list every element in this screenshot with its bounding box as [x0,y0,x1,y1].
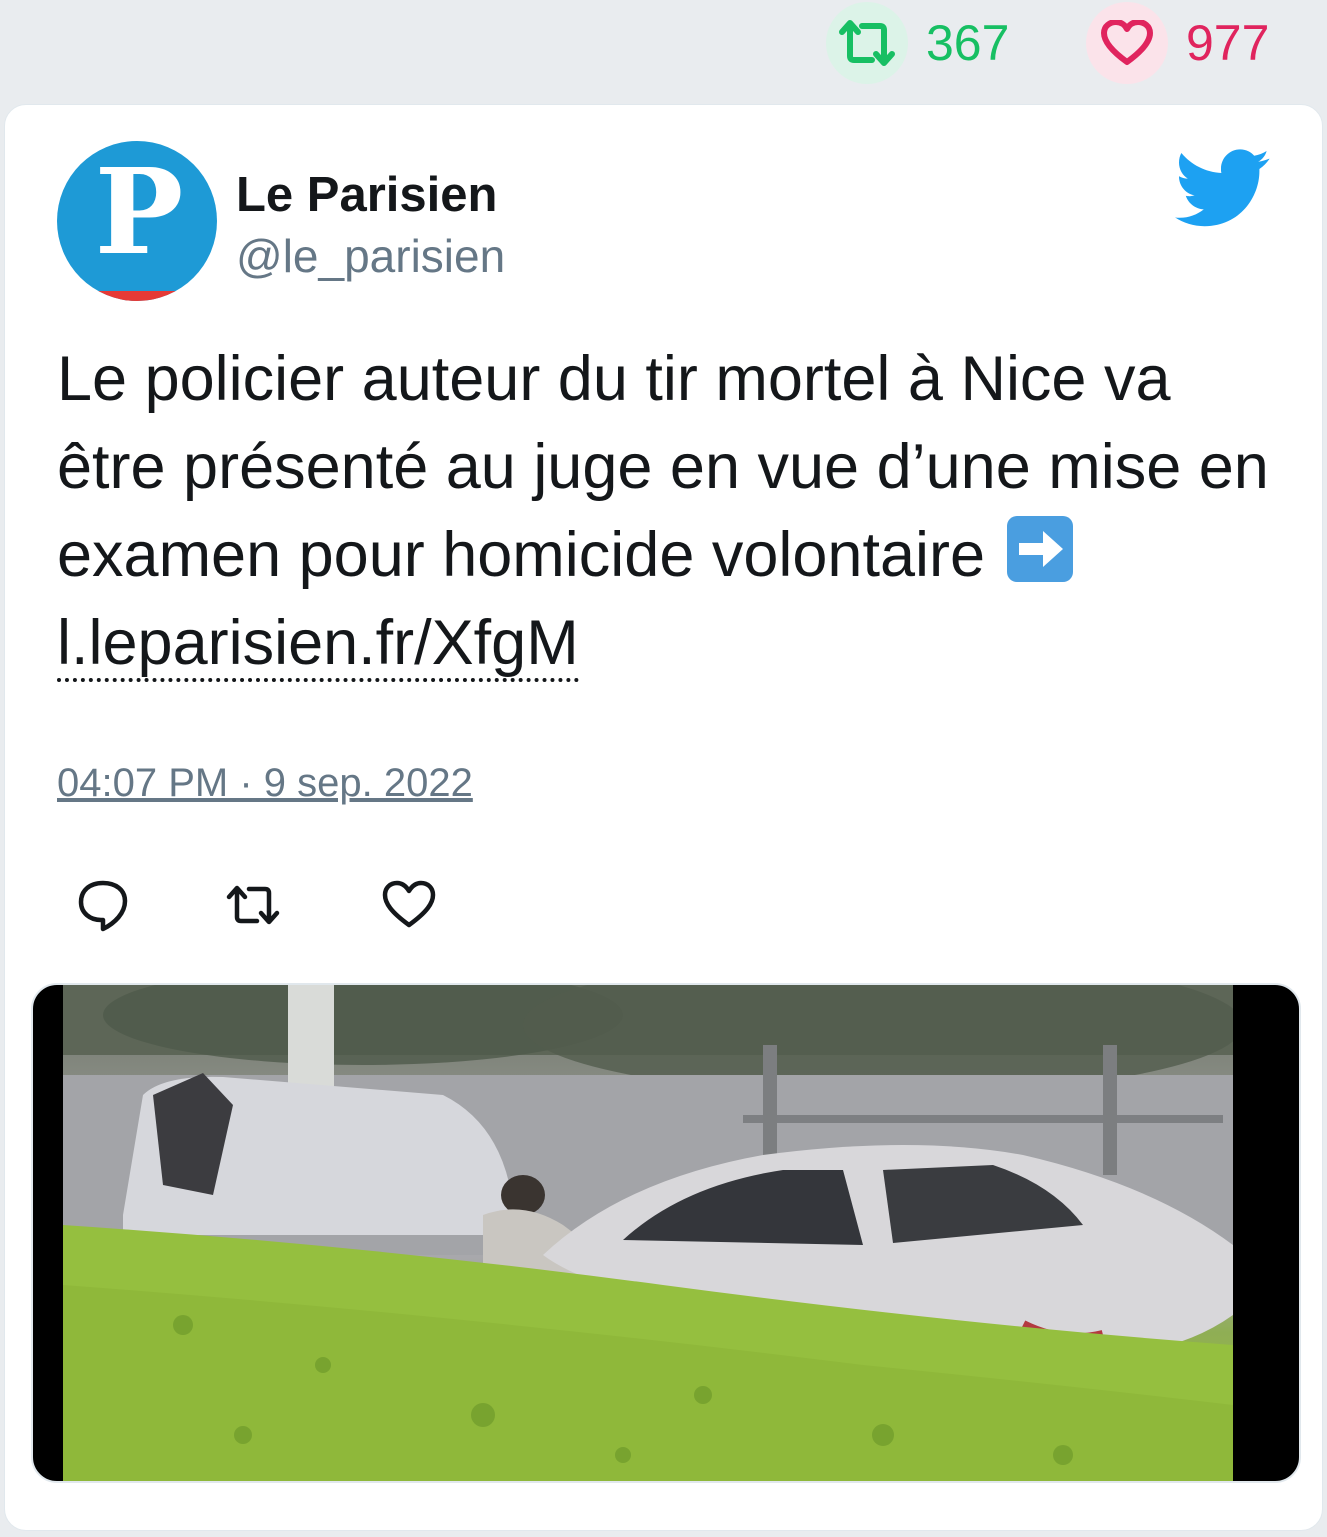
avatar-red-bar [57,291,217,301]
tweet-body: Le policier auteur du tir mortel à Nice … [57,344,1269,590]
avatar[interactable]: P [57,141,217,301]
tweet-timestamp[interactable]: 04:07 PM · 9 sep. 2022 [57,761,473,806]
like-icon[interactable] [379,875,439,935]
reply-icon[interactable] [73,875,133,935]
video-still [63,985,1233,1481]
tweet-text: Le policier auteur du tir mortel à Nice … [57,335,1287,687]
like-count: 977 [1186,15,1270,71]
retweet-count: 367 [926,15,1010,71]
tweet-link[interactable]: l.leparisien.fr/XfgM [57,608,579,682]
arrow-right-emoji [1006,516,1073,582]
video-frame[interactable] [63,985,1233,1481]
retweet-stat[interactable]: 367 [826,2,1009,84]
twitter-bird-icon[interactable] [1175,149,1271,229]
engagement-stats: 367 977 [0,0,1327,100]
tweet-card: P Le Parisien @le_parisien Le policier a… [4,104,1323,1531]
retweet-icon[interactable] [223,875,283,935]
like-stat[interactable]: 977 [1086,2,1269,84]
author-name[interactable]: Le Parisien [236,167,497,223]
heart-icon[interactable] [1086,2,1168,84]
tweet-video[interactable] [31,983,1301,1483]
avatar-logo: P [94,142,184,281]
author-handle[interactable]: @le_parisien [236,229,505,283]
retweet-icon[interactable] [826,2,908,84]
